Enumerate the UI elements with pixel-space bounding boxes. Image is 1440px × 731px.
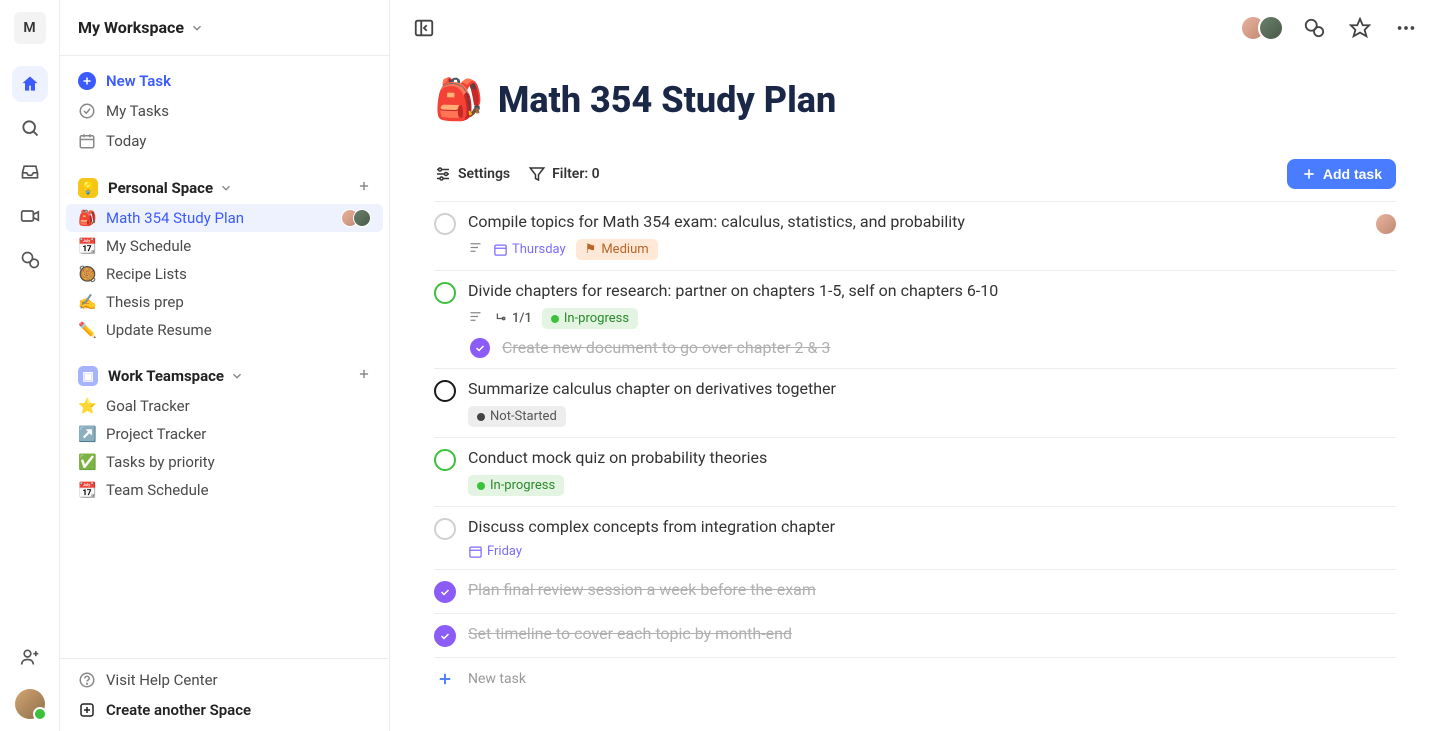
create-space-button[interactable]: Create another Space: [66, 695, 383, 725]
collapse-sidebar-icon[interactable]: [408, 12, 440, 44]
lightbulb-icon: 💡: [78, 178, 98, 198]
task-item[interactable]: Plan final review session a week before …: [434, 570, 1396, 614]
task-list: Compile topics for Math 354 exam: calcul…: [434, 201, 1396, 658]
sidebar-page-team-schedule[interactable]: 📆Team Schedule: [66, 476, 383, 504]
chevron-down-icon: [219, 181, 233, 195]
main-area: 🎒 Math 354 Study Plan Settings Filter: 0…: [390, 0, 1440, 731]
home-icon[interactable]: [12, 66, 48, 102]
today-link[interactable]: Today: [66, 126, 383, 156]
due-date[interactable]: Friday: [468, 544, 522, 559]
subtask-count: 1/1: [493, 311, 532, 326]
status-pill[interactable]: In-progress: [468, 475, 564, 496]
sidebar: My Workspace New Task My Tasks Today 💡 P…: [60, 0, 390, 731]
sidebar-page-recipe-lists[interactable]: 🥘Recipe Lists: [66, 260, 383, 288]
description-icon: [468, 309, 483, 328]
sidebar-page-update-resume[interactable]: ✏️Update Resume: [66, 316, 383, 344]
video-icon[interactable]: [12, 198, 48, 234]
task-checkbox[interactable]: [470, 338, 490, 358]
list-toolbar: Settings Filter: 0 Add task: [434, 159, 1396, 201]
inbox-icon[interactable]: [12, 154, 48, 190]
status-pill[interactable]: In-progress: [542, 308, 638, 329]
filter-button[interactable]: Filter: 0: [528, 165, 600, 183]
team-icon: ▣: [78, 366, 98, 386]
chevron-down-icon: [230, 369, 244, 383]
nav-rail: M: [0, 0, 60, 731]
sidebar-section-personal: 💡 Personal Space 🎒 Math 354 Study Plan 📆…: [66, 172, 383, 344]
plus-icon: [1301, 166, 1317, 182]
my-tasks-link[interactable]: My Tasks: [66, 96, 383, 126]
add-user-icon[interactable]: [12, 639, 48, 675]
task-item[interactable]: Compile topics for Math 354 exam: calcul…: [434, 202, 1396, 271]
subtask-item[interactable]: Create new document to go over chapter 2…: [434, 329, 1396, 358]
task-item[interactable]: Divide chapters for research: partner on…: [434, 271, 1396, 369]
topbar: [390, 0, 1440, 56]
add-task-button[interactable]: Add task: [1287, 159, 1396, 189]
sidebar-page-project-tracker[interactable]: ↗️Project Tracker: [66, 420, 383, 448]
calendar-icon: [78, 132, 96, 150]
sidebar-page-my-schedule[interactable]: 📆My Schedule: [66, 232, 383, 260]
sidebar-section-work: ▣ Work Teamspace ⭐Goal Tracker ↗️Project…: [66, 360, 383, 504]
backpack-icon: 🎒: [78, 209, 96, 227]
subtask-title[interactable]: Create new document to go over chapter 2…: [502, 338, 830, 357]
page-title: 🎒 Math 354 Study Plan: [434, 76, 1396, 123]
chat-icon[interactable]: [12, 242, 48, 278]
task-title[interactable]: Plan final review session a week before …: [468, 580, 1396, 599]
priority-pill[interactable]: Medium: [576, 239, 658, 260]
section-header-work[interactable]: ▣ Work Teamspace: [66, 360, 383, 392]
sidebar-page-tasks-priority[interactable]: ✅Tasks by priority: [66, 448, 383, 476]
filter-icon: [528, 165, 546, 183]
more-icon[interactable]: [1390, 12, 1422, 44]
help-icon: [78, 671, 96, 689]
task-item[interactable]: Conduct mock quiz on probability theorie…: [434, 438, 1396, 507]
user-avatar[interactable]: [15, 689, 45, 719]
plus-square-icon: [78, 701, 96, 719]
sidebar-page-math-354[interactable]: 🎒 Math 354 Study Plan: [66, 204, 383, 232]
status-pill[interactable]: Not-Started: [468, 406, 566, 427]
task-title[interactable]: Divide chapters for research: partner on…: [468, 281, 1396, 300]
check-circle-icon: [78, 102, 96, 120]
task-title[interactable]: Compile topics for Math 354 exam: calcul…: [468, 212, 1364, 231]
task-checkbox[interactable]: [434, 581, 456, 603]
task-item[interactable]: Summarize calculus chapter on derivative…: [434, 369, 1396, 438]
plus-icon: [436, 670, 454, 688]
task-item[interactable]: Set timeline to cover each topic by mont…: [434, 614, 1396, 658]
due-date[interactable]: Thursday: [493, 242, 566, 257]
task-checkbox[interactable]: [434, 213, 456, 235]
section-header-personal[interactable]: 💡 Personal Space: [66, 172, 383, 204]
task-checkbox[interactable]: [434, 449, 456, 471]
sliders-icon: [434, 165, 452, 183]
description-icon: [468, 240, 483, 259]
star-icon[interactable]: [1344, 12, 1376, 44]
sidebar-page-goal-tracker[interactable]: ⭐Goal Tracker: [66, 392, 383, 420]
task-item[interactable]: Discuss complex concepts from integratio…: [434, 507, 1396, 570]
search-icon[interactable]: [12, 110, 48, 146]
comments-icon[interactable]: [1298, 12, 1330, 44]
help-center-link[interactable]: Visit Help Center: [66, 665, 383, 695]
presence-avatars[interactable]: [1240, 15, 1284, 41]
page-emoji[interactable]: 🎒: [434, 76, 484, 123]
new-task-button[interactable]: New Task: [66, 66, 383, 96]
task-checkbox[interactable]: [434, 625, 456, 647]
task-title[interactable]: Summarize calculus chapter on derivative…: [468, 379, 1396, 398]
settings-button[interactable]: Settings: [434, 165, 510, 183]
task-checkbox[interactable]: [434, 282, 456, 304]
page-title-text[interactable]: Math 354 Study Plan: [498, 79, 836, 121]
shared-avatars: [341, 209, 371, 227]
task-checkbox[interactable]: [434, 380, 456, 402]
section-add-icon[interactable]: [351, 179, 371, 197]
assignee-avatar[interactable]: [1376, 214, 1396, 234]
sidebar-page-thesis-prep[interactable]: ✍️Thesis prep: [66, 288, 383, 316]
plus-circle-icon: [78, 72, 96, 90]
task-title[interactable]: Discuss complex concepts from integratio…: [468, 517, 1396, 536]
task-title[interactable]: Set timeline to cover each topic by mont…: [468, 624, 1396, 643]
workspace-switcher[interactable]: My Workspace: [60, 0, 389, 56]
chevron-down-icon: [190, 21, 204, 35]
task-checkbox[interactable]: [434, 518, 456, 540]
section-add-icon[interactable]: [351, 367, 371, 385]
app-initial[interactable]: M: [14, 12, 46, 44]
task-title[interactable]: Conduct mock quiz on probability theorie…: [468, 448, 1396, 467]
new-task-row[interactable]: New task: [434, 658, 1396, 700]
